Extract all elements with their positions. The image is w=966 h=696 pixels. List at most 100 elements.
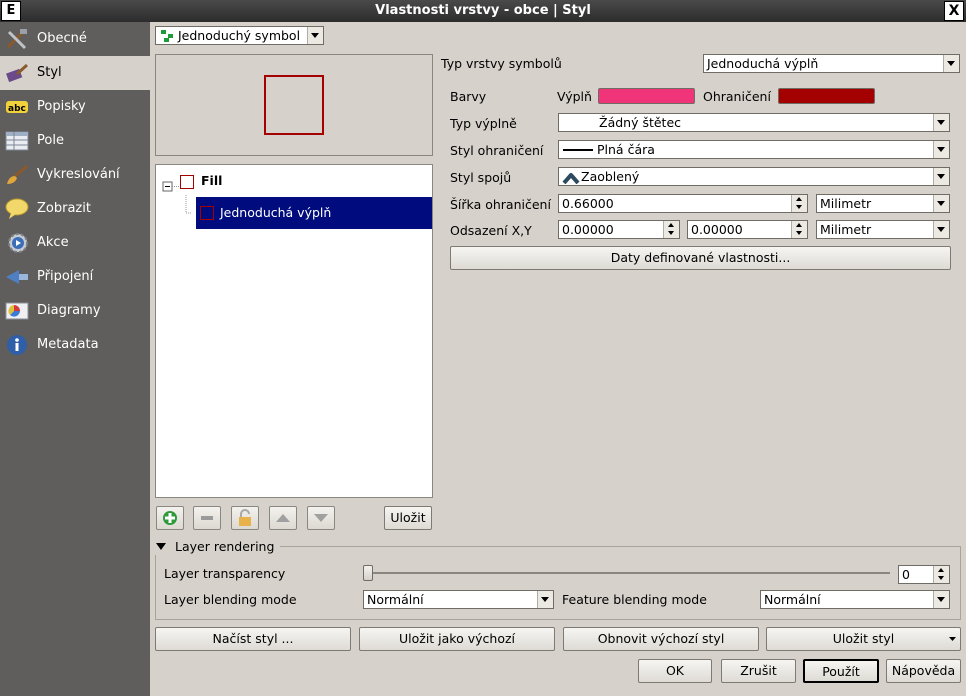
collapse-arrow-icon bbox=[156, 543, 166, 550]
arrow-down-icon bbox=[314, 514, 328, 522]
save-style-button[interactable]: Uložit styl bbox=[766, 627, 961, 651]
save-as-default-button[interactable]: Uložit jako výchozí bbox=[359, 627, 555, 651]
sidebar-item-label: Styl bbox=[37, 65, 62, 80]
data-defined-properties-button[interactable]: Daty definované vlastnosti... bbox=[450, 246, 951, 270]
fill-style-label: Typ výplně bbox=[450, 116, 517, 131]
sidebar-item-label: Akce bbox=[37, 235, 69, 250]
sidebar-item-label: Pole bbox=[37, 133, 64, 148]
dropdown-arrow-icon bbox=[949, 637, 956, 641]
table-icon bbox=[5, 131, 29, 151]
lock-layer-button[interactable] bbox=[231, 506, 259, 530]
sidebar-item-pripojeni[interactable]: Připojení bbox=[0, 260, 150, 294]
apply-button[interactable]: Použít bbox=[803, 659, 879, 683]
move-down-button[interactable] bbox=[307, 506, 335, 530]
join-style-label: Styl spojů bbox=[450, 170, 512, 185]
move-up-button[interactable] bbox=[269, 506, 297, 530]
fill-style-combo[interactable]: Žádný štětec bbox=[558, 113, 950, 132]
offset-y-spinbox[interactable]: 0.00000 bbox=[687, 220, 808, 239]
spin-arrows-icon[interactable] bbox=[791, 195, 807, 212]
layer-rendering-header[interactable]: Layer rendering bbox=[152, 539, 280, 555]
help-button[interactable]: Nápověda bbox=[886, 659, 961, 683]
join-style-value: Zaoblený bbox=[581, 169, 640, 184]
feature-blending-label: Feature blending mode bbox=[562, 592, 707, 607]
sidebar-item-styl[interactable]: Styl bbox=[0, 56, 150, 90]
ok-button[interactable]: OK bbox=[638, 659, 712, 683]
load-style-button[interactable]: Načíst styl ... bbox=[155, 627, 351, 651]
sidebar: Obecné Styl abc Popisky Pole Vykreslován… bbox=[0, 22, 150, 696]
close-button[interactable]: X bbox=[944, 1, 964, 21]
offset-x-spinbox[interactable]: 0.00000 bbox=[558, 220, 680, 239]
paintbrush-icon bbox=[6, 63, 29, 83]
save-symbol-button[interactable]: Uložit bbox=[384, 506, 432, 530]
tree-item-fill[interactable]: Fill bbox=[201, 173, 222, 188]
transparency-slider-track[interactable] bbox=[365, 572, 890, 574]
save-style-label: Uložit styl bbox=[832, 631, 895, 646]
sidebar-item-akce[interactable]: Akce bbox=[0, 226, 150, 260]
chevron-down-icon bbox=[933, 141, 949, 158]
cancel-button[interactable]: Zrušit bbox=[721, 659, 796, 683]
spin-arrows-icon[interactable] bbox=[933, 566, 949, 583]
sidebar-item-label: Zobrazit bbox=[37, 201, 91, 216]
chevron-down-icon bbox=[537, 591, 553, 608]
simple-fill-icon bbox=[200, 206, 214, 220]
renderer-combo-value: Jednoduchý symbol bbox=[178, 28, 301, 43]
layer-blending-value: Normální bbox=[367, 592, 424, 607]
sidebar-item-label: Vykreslování bbox=[37, 167, 120, 182]
sidebar-item-obecne[interactable]: Obecné bbox=[0, 22, 150, 56]
sidebar-item-popisky[interactable]: abc Popisky bbox=[0, 90, 150, 124]
outline-color-label: Ohraničení bbox=[703, 89, 771, 104]
tree-item-label: Jednoduchá výplň bbox=[220, 205, 332, 220]
sidebar-item-metadata[interactable]: Metadata bbox=[0, 328, 150, 362]
layer-blending-combo[interactable]: Normální bbox=[363, 590, 554, 609]
offset-unit-combo[interactable]: Milimetr bbox=[816, 220, 950, 239]
minus-icon bbox=[201, 516, 213, 520]
sidebar-item-label: Obecné bbox=[37, 31, 87, 46]
outline-width-spinbox[interactable]: 0.66000 bbox=[558, 194, 808, 213]
sidebar-item-diagramy[interactable]: Diagramy bbox=[0, 294, 150, 328]
fill-color-button[interactable] bbox=[598, 88, 695, 104]
outline-color-button[interactable] bbox=[778, 88, 875, 104]
outline-width-unit-value: Milimetr bbox=[820, 196, 872, 211]
sidebar-item-vykreslovani[interactable]: Vykreslování bbox=[0, 158, 150, 192]
sidebar-item-label: Popisky bbox=[37, 99, 86, 114]
colors-label: Barvy bbox=[450, 89, 487, 104]
offset-unit-value: Milimetr bbox=[820, 222, 872, 237]
layer-rendering-title: Layer rendering bbox=[175, 539, 275, 554]
feature-blending-combo[interactable]: Normální bbox=[760, 590, 950, 609]
remove-layer-button[interactable] bbox=[193, 506, 221, 530]
outline-style-combo[interactable]: Plná čára bbox=[558, 140, 950, 159]
sidebar-item-zobrazit[interactable]: Zobrazit bbox=[0, 192, 150, 226]
chevron-down-icon bbox=[307, 27, 323, 44]
brush-icon bbox=[7, 164, 28, 184]
sidebar-item-label: Připojení bbox=[37, 269, 94, 284]
outline-width-label: Šířka ohraničení bbox=[450, 197, 551, 212]
spin-arrows-icon[interactable] bbox=[663, 221, 679, 238]
tree-item-simple-fill[interactable]: Jednoduchá výplň bbox=[196, 197, 432, 229]
gear-play-icon bbox=[8, 233, 28, 253]
chevron-down-icon bbox=[943, 55, 959, 72]
speech-bubble-icon bbox=[5, 198, 29, 219]
add-layer-button[interactable] bbox=[156, 506, 184, 530]
sidebar-item-pole[interactable]: Pole bbox=[0, 124, 150, 158]
window-title: Vlastnosti vrstvy - obce | Styl bbox=[375, 3, 591, 18]
svg-text:abc: abc bbox=[8, 104, 26, 114]
fill-symbol-icon bbox=[180, 175, 194, 189]
transparency-slider-handle[interactable] bbox=[363, 565, 373, 581]
transparency-value: 0 bbox=[902, 567, 910, 582]
transparency-spinbox[interactable]: 0 bbox=[898, 565, 950, 584]
lock-icon bbox=[239, 509, 251, 526]
solid-line-icon bbox=[563, 149, 593, 151]
plus-icon bbox=[163, 511, 177, 525]
renderer-combo[interactable]: Jednoduchý symbol bbox=[155, 26, 324, 45]
layer-transparency-label: Layer transparency bbox=[164, 566, 286, 581]
spin-arrows-icon[interactable] bbox=[791, 221, 807, 238]
restore-default-style-button[interactable]: Obnovit výchozí styl bbox=[563, 627, 759, 651]
outline-width-unit-combo[interactable]: Milimetr bbox=[816, 194, 950, 213]
join-icon bbox=[6, 270, 28, 284]
symbol-layer-tree[interactable]: Fill Jednoduchá výplň bbox=[155, 164, 433, 498]
tools-icon bbox=[6, 29, 27, 50]
outline-width-value: 0.66000 bbox=[562, 196, 614, 211]
symbol-layer-type-combo[interactable]: Jednoduchá výplň bbox=[703, 54, 960, 73]
layer-blending-label: Layer blending mode bbox=[164, 592, 297, 607]
join-style-combo[interactable]: Zaoblený bbox=[558, 167, 950, 186]
